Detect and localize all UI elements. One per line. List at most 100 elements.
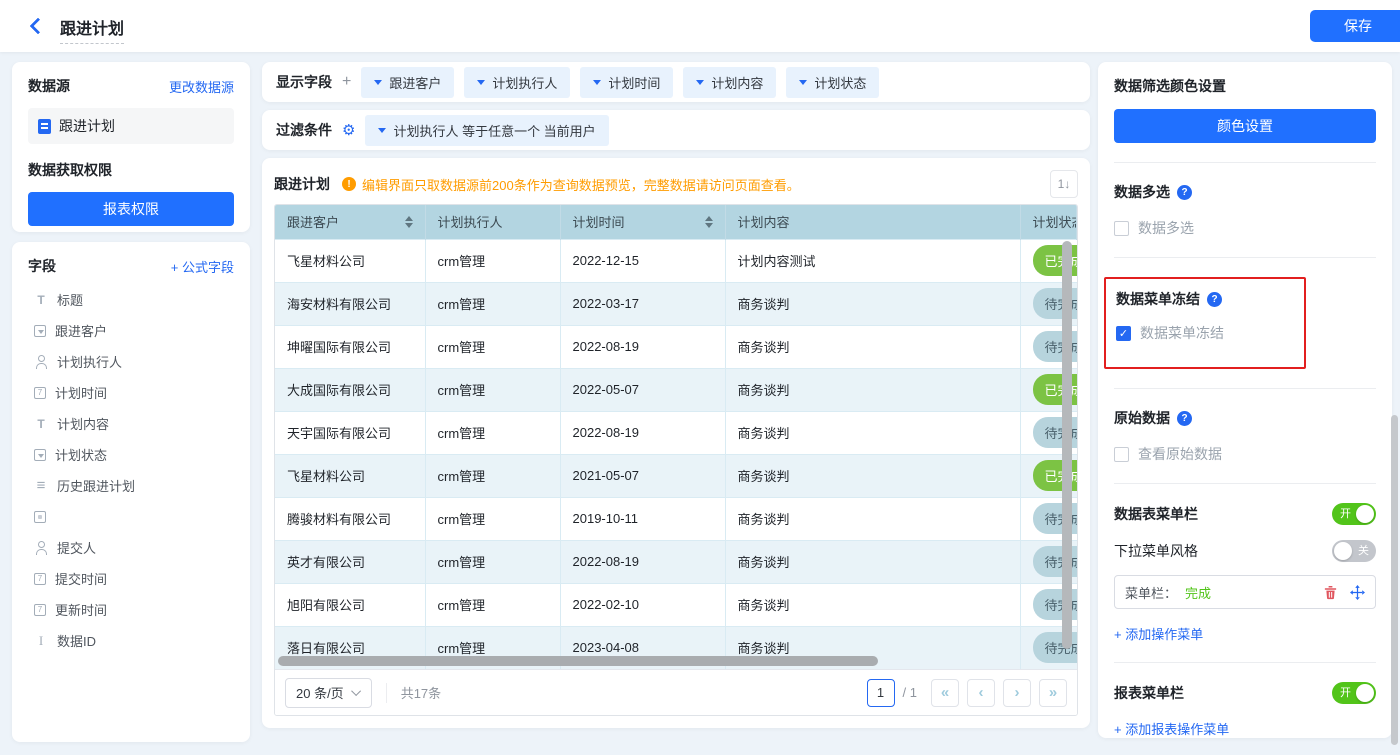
datasource-item-label: 跟进计划 <box>59 116 115 136</box>
raw-data-checkbox[interactable] <box>1114 447 1129 462</box>
select-icon <box>34 449 46 461</box>
executor-cell: crm管理 <box>425 497 560 540</box>
color-settings-button[interactable]: 颜色设置 <box>1114 109 1376 143</box>
menu-bar-prefix: 菜单栏： <box>1125 583 1177 602</box>
raw-data-title: 原始数据 <box>1114 408 1170 428</box>
menu-bar-item[interactable]: 菜单栏： 完成 <box>1114 575 1376 609</box>
user-icon <box>34 541 48 555</box>
multi-select-checkbox[interactable] <box>1114 221 1129 236</box>
dropdown-style-toggle[interactable]: 关 <box>1332 540 1376 562</box>
field-list-item[interactable] <box>28 501 234 532</box>
table-row[interactable]: 腾骏材料有限公司 crm管理 2019-10-11 商务谈判 待完成 <box>275 497 1077 540</box>
field-list-item[interactable]: 数据ID <box>28 625 234 656</box>
help-icon[interactable]: ? <box>1207 292 1222 307</box>
customer-cell: 旭阳有限公司 <box>275 583 425 626</box>
table-menu-toggle[interactable]: 开 <box>1332 503 1376 525</box>
field-list-item[interactable]: 计划内容 <box>28 408 234 439</box>
last-page-button[interactable]: » <box>1039 679 1067 707</box>
display-field-chip[interactable]: 计划时间 <box>580 67 673 98</box>
field-list-item[interactable]: 跟进客户 <box>28 315 234 346</box>
field-list: 标题 跟进客户 计划执行人 计划时间 <box>28 284 234 656</box>
page-title: 跟进计划 <box>60 15 124 44</box>
page-size-select[interactable]: 20 条/页 <box>285 678 372 708</box>
plan-date-cell: 2022-02-10 <box>560 583 725 626</box>
report-permission-button[interactable]: 报表权限 <box>28 192 234 226</box>
user-icon <box>34 355 48 369</box>
back-icon[interactable] <box>28 18 44 34</box>
field-list-item[interactable]: 计划时间 <box>28 377 234 408</box>
column-header[interactable]: 计划状态 <box>1020 205 1077 239</box>
content-cell: 商务谈判 <box>725 497 1020 540</box>
content-cell: 商务谈判 <box>725 454 1020 497</box>
chevron-down-icon <box>351 686 361 696</box>
sort-arrows-icon[interactable] <box>705 216 713 228</box>
display-field-chip[interactable]: 跟进客户 <box>361 67 454 98</box>
column-header[interactable]: 跟进客户 <box>275 205 425 239</box>
multi-select-checkbox-row[interactable]: 数据多选 <box>1114 218 1376 238</box>
window-scrollbar[interactable] <box>1391 415 1398 745</box>
vertical-scrollbar[interactable] <box>1062 241 1072 649</box>
field-label: 数据ID <box>57 631 96 650</box>
add-action-menu-link[interactable]: + 添加操作菜单 <box>1114 624 1203 643</box>
save-button[interactable]: 保存 <box>1310 10 1400 42</box>
field-list-item[interactable]: 提交人 <box>28 532 234 563</box>
table-row[interactable]: 天宇国际有限公司 crm管理 2022-08-19 商务谈判 待完成 <box>275 411 1077 454</box>
table-row[interactable]: 旭阳有限公司 crm管理 2022-02-10 商务谈判 待完成 <box>275 583 1077 626</box>
current-page-input[interactable]: 1 <box>867 679 895 707</box>
left-sidebar: 数据源 更改数据源 跟进计划 数据获取权限 报表权限 字段 + 公式字段 标题 … <box>12 62 250 742</box>
chevron-down-icon <box>378 128 386 133</box>
datasource-item[interactable]: 跟进计划 <box>28 108 234 144</box>
table-row[interactable]: 大成国际有限公司 crm管理 2022-05-07 商务谈判 已完成 <box>275 368 1077 411</box>
menu-freeze-title: 数据菜单冻结 <box>1116 289 1200 309</box>
prev-page-button[interactable]: ‹ <box>967 679 995 707</box>
horizontal-scrollbar[interactable] <box>278 656 878 666</box>
delete-icon[interactable] <box>1323 585 1338 600</box>
move-icon[interactable] <box>1350 585 1365 600</box>
table-row[interactable]: 飞星材料公司 crm管理 2021-05-07 商务谈判 已完成 <box>275 454 1077 497</box>
next-page-button[interactable]: › <box>1003 679 1031 707</box>
raw-data-checkbox-row[interactable]: 查看原始数据 <box>1114 444 1376 464</box>
help-icon[interactable]: ? <box>1177 185 1192 200</box>
field-label: 提交人 <box>57 538 96 557</box>
customer-cell: 海安材料有限公司 <box>275 282 425 325</box>
datasource-title: 数据源 <box>28 76 70 96</box>
field-list-item[interactable]: 标题 <box>28 284 234 315</box>
column-header[interactable]: 计划执行人 <box>425 205 560 239</box>
filter-condition-chip[interactable]: 计划执行人 等于任意一个 当前用户 <box>365 115 608 146</box>
filter-label: 过滤条件 <box>276 120 332 140</box>
field-list-item[interactable]: 历史跟进计划 <box>28 470 234 501</box>
column-header[interactable]: 计划时间 <box>560 205 725 239</box>
display-field-chip[interactable]: 计划状态 <box>786 67 879 98</box>
table-row[interactable]: 海安材料有限公司 crm管理 2022-03-17 商务谈判 待完成 <box>275 282 1077 325</box>
column-header[interactable]: 计划内容 <box>725 205 1020 239</box>
add-display-field-button[interactable]: + <box>342 73 351 91</box>
table-row[interactable]: 英才有限公司 crm管理 2022-08-19 商务谈判 待完成 <box>275 540 1077 583</box>
report-menu-toggle[interactable]: 开 <box>1332 682 1376 704</box>
add-report-action-menu-link[interactable]: + 添加报表操作菜单 <box>1114 719 1229 738</box>
gear-icon[interactable]: ⚙ <box>342 123 355 138</box>
list-icon <box>34 479 48 493</box>
executor-cell: crm管理 <box>425 325 560 368</box>
table-row[interactable]: 飞星材料公司 crm管理 2022-12-15 计划内容测试 已完成 <box>275 239 1077 282</box>
content-cell: 商务谈判 <box>725 282 1020 325</box>
field-list-item[interactable]: 更新时间 <box>28 594 234 625</box>
plan-date-cell: 2022-08-19 <box>560 540 725 583</box>
chip-label: 跟进客户 <box>389 73 441 92</box>
help-icon[interactable]: ? <box>1177 411 1192 426</box>
field-list-item[interactable]: 计划状态 <box>28 439 234 470</box>
field-label: 标题 <box>57 290 83 309</box>
display-fields-label: 显示字段 <box>276 72 332 92</box>
menu-freeze-checkbox-row[interactable]: 数据菜单冻结 <box>1116 323 1294 343</box>
sort-arrows-icon[interactable] <box>405 216 413 228</box>
fields-title: 字段 <box>28 256 56 276</box>
menu-freeze-checkbox[interactable] <box>1116 326 1131 341</box>
display-field-chip[interactable]: 计划内容 <box>683 67 776 98</box>
change-datasource-link[interactable]: 更改数据源 <box>169 77 234 96</box>
table-row[interactable]: 坤曜国际有限公司 crm管理 2022-08-19 商务谈判 待完成 <box>275 325 1077 368</box>
sort-order-icon[interactable]: 1↓ <box>1050 170 1078 198</box>
field-list-item[interactable]: 计划执行人 <box>28 346 234 377</box>
first-page-button[interactable]: « <box>931 679 959 707</box>
add-formula-field-link[interactable]: + 公式字段 <box>171 257 234 276</box>
field-list-item[interactable]: 提交时间 <box>28 563 234 594</box>
display-field-chip[interactable]: 计划执行人 <box>464 67 570 98</box>
